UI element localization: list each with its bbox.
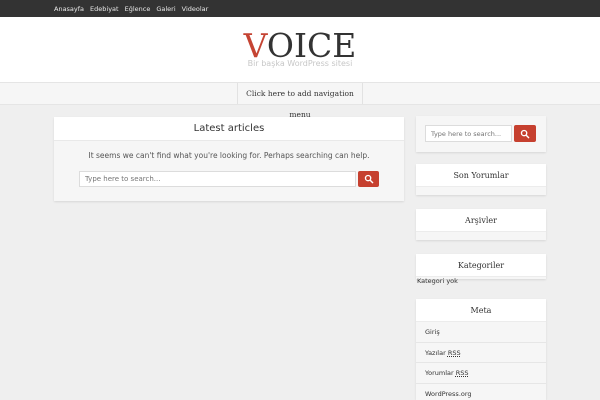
son-yorumlar-widget: Son Yorumlar — [416, 164, 546, 195]
site-header: VOICE Bir başka WordPress sitesi — [0, 17, 600, 82]
search-icon — [364, 174, 373, 184]
site-tagline: Bir başka WordPress sitesi — [247, 59, 353, 68]
meta-widget: Meta Giriş Yazılar RSS Yorumlar RSS Word… — [416, 299, 546, 400]
widget-title-meta: Meta — [416, 299, 546, 322]
widget-body — [416, 232, 546, 240]
meta-item-label: Giriş — [425, 328, 440, 336]
top-nav-galeri[interactable]: Galeri — [156, 5, 175, 13]
main-search-input[interactable] — [79, 171, 356, 187]
meta-item-yorumlar-rss[interactable]: Yorumlar RSS — [416, 363, 546, 384]
widget-body — [416, 187, 546, 195]
main-navigation: Click here to add navigation menu — [0, 82, 600, 119]
meta-item-yazilar-rss[interactable]: Yazılar RSS — [416, 343, 546, 363]
meta-list: Giriş Yazılar RSS Yorumlar RSS WordPress… — [416, 322, 546, 400]
rss-abbr: RSS — [447, 348, 461, 357]
meta-item-label: WordPress.org — [425, 389, 472, 398]
top-nav-eglence[interactable]: Eğlence — [125, 5, 151, 13]
latest-articles-panel: Latest articles It seems we can't find w… — [54, 117, 404, 201]
meta-item-label: Yazılar — [425, 348, 446, 357]
top-navigation: Anasayfa Edebiyat Eğlence Galeri Videola… — [54, 0, 208, 17]
top-nav-edebiyat[interactable]: Edebiyat — [90, 5, 119, 13]
meta-item-giris[interactable]: Giriş — [416, 322, 546, 343]
arsivler-widget: Arşivler — [416, 209, 546, 240]
main-search-button[interactable] — [358, 171, 379, 187]
widget-title-son-yorumlar: Son Yorumlar — [416, 164, 546, 187]
kategori-yok-text: Kategori yok — [417, 277, 458, 285]
meta-item-wordpress-org[interactable]: WordPress.org — [416, 384, 546, 400]
sidebar-search-button[interactable] — [514, 125, 536, 142]
add-navigation-menu-link[interactable]: Click here to add navigation menu — [237, 83, 363, 119]
rss-abbr: RSS — [455, 369, 469, 377]
no-results-message: It seems we can't find what you're looki… — [88, 151, 370, 160]
meta-item-label: Yorumlar — [425, 369, 454, 377]
top-nav-videolar[interactable]: Videolar — [182, 5, 209, 13]
search-icon — [520, 129, 530, 138]
kategoriler-widget: Kategoriler — [416, 254, 546, 279]
widget-title-arsivler: Arşivler — [416, 209, 546, 232]
top-bar: Anasayfa Edebiyat Eğlence Galeri Videola… — [0, 0, 600, 17]
top-nav-anasayfa[interactable]: Anasayfa — [54, 5, 84, 13]
widget-title-kategoriler: Kategoriler — [416, 254, 546, 277]
sidebar-search-input[interactable] — [425, 125, 512, 142]
latest-articles-title: Latest articles — [54, 117, 404, 141]
